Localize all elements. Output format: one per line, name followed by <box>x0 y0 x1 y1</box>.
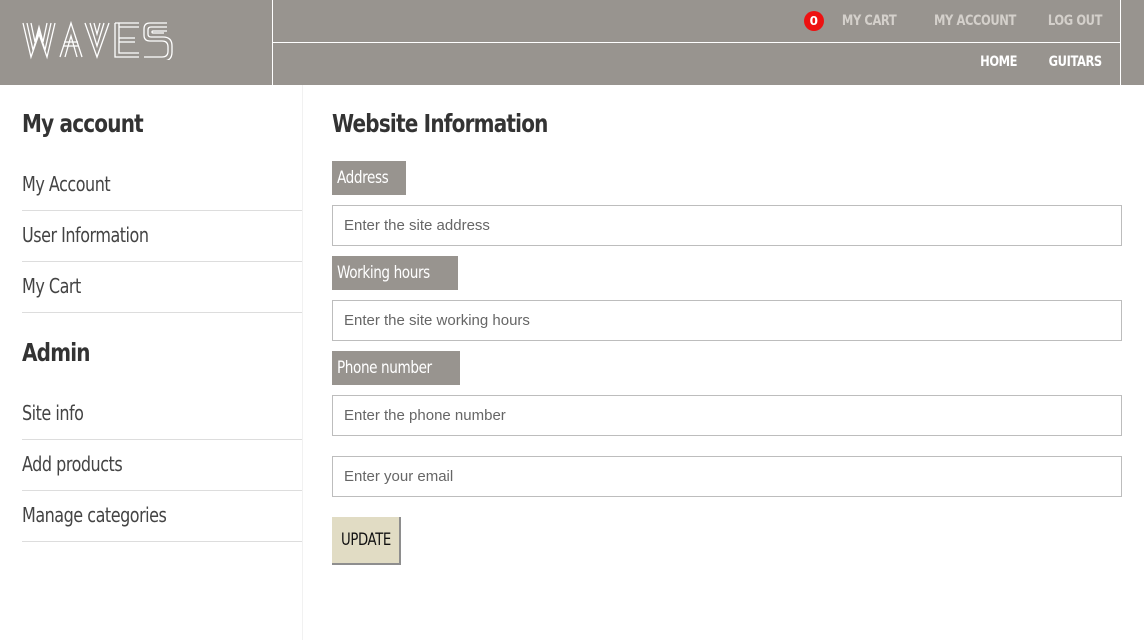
sidebar-item-label: User Information <box>22 223 149 247</box>
waves-logo[interactable] <box>22 20 198 60</box>
sidebar-item-my-account[interactable]: My Account <box>22 160 302 211</box>
sidebar-item-label: My Account <box>22 172 111 196</box>
update-button[interactable]: UPDATE <box>332 517 401 565</box>
cart-label[interactable]: MY CART <box>842 13 897 29</box>
page-title: Website Information <box>332 109 548 138</box>
admin-menu: Site info Add products Manage categories <box>22 389 302 542</box>
my-account-link[interactable]: MY ACCOUNT <box>934 13 1016 29</box>
sidebar-item-user-information[interactable]: User Information <box>22 211 302 262</box>
nav-bottom-row: HOME GUITARS <box>273 43 1121 85</box>
sidebar-item-label: Add products <box>22 452 123 476</box>
sidebar-item-label: Manage categories <box>22 503 167 527</box>
phone-number-label-text: Phone number <box>337 358 432 378</box>
admin-heading: Admin <box>22 338 91 367</box>
logo-container[interactable] <box>0 0 273 85</box>
nav-top-row: 0 MY CART MY ACCOUNT LOG OUT <box>273 0 1121 43</box>
sidebar-item-manage-categories[interactable]: Manage categories <box>22 491 302 542</box>
address-label-text: Address <box>337 168 389 188</box>
my-account-heading: My account <box>22 109 144 138</box>
working-hours-label-text: Working hours <box>337 263 430 283</box>
address-input[interactable] <box>332 205 1122 246</box>
sidebar-item-label: My Cart <box>22 274 81 298</box>
address-label: Address <box>332 161 407 195</box>
email-input[interactable] <box>332 456 1122 497</box>
nav-top: 0 MY CART MY ACCOUNT LOG OUT <box>803 11 1103 31</box>
home-link[interactable]: HOME <box>980 54 1017 70</box>
account-menu: My Account User Information My Cart <box>22 160 302 313</box>
logout-link[interactable]: LOG OUT <box>1048 13 1103 29</box>
sidebar-item-add-products[interactable]: Add products <box>22 440 302 491</box>
header-nav-area: 0 MY CART MY ACCOUNT LOG OUT HOME GUITAR… <box>273 0 1121 85</box>
sidebar-divider <box>302 85 303 640</box>
nav-bottom: HOME GUITARS <box>972 54 1102 70</box>
update-button-label: UPDATE <box>340 530 391 550</box>
phone-number-label: Phone number <box>332 351 461 385</box>
guitars-link[interactable]: GUITARS <box>1049 54 1102 70</box>
cart-link[interactable]: 0 MY CART <box>803 11 897 31</box>
working-hours-input[interactable] <box>332 300 1122 341</box>
sidebar-item-label: Site info <box>22 401 84 425</box>
sidebar-item-site-info[interactable]: Site info <box>22 389 302 440</box>
working-hours-label: Working hours <box>332 256 459 290</box>
sidebar-item-my-cart[interactable]: My Cart <box>22 262 302 313</box>
phone-number-input[interactable] <box>332 395 1122 436</box>
cart-count-badge: 0 <box>803 11 824 31</box>
site-header: 0 MY CART MY ACCOUNT LOG OUT HOME GUITAR… <box>0 0 1144 85</box>
